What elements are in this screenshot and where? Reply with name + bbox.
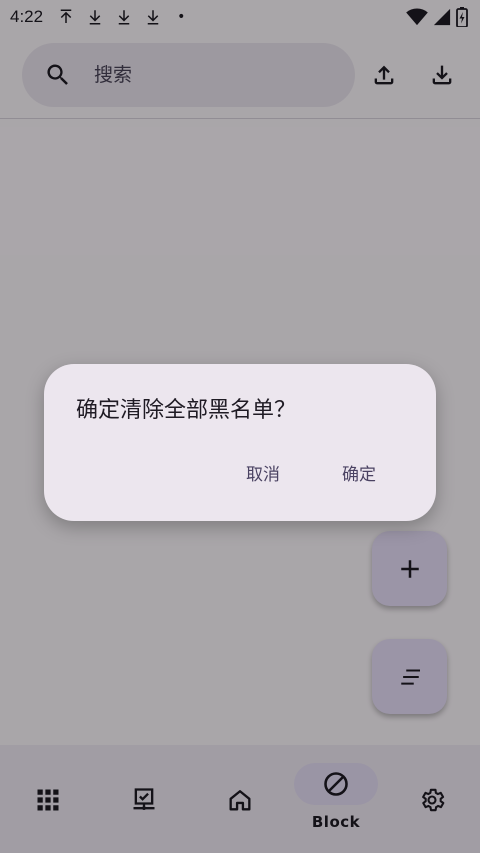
confirm-dialog: 确定清除全部黑名单？ 取消 确定: [44, 364, 436, 521]
dialog-title: 确定清除全部黑名单？: [76, 398, 297, 423]
confirm-button[interactable]: 确定: [330, 452, 388, 492]
cancel-button[interactable]: 取消: [234, 452, 292, 492]
